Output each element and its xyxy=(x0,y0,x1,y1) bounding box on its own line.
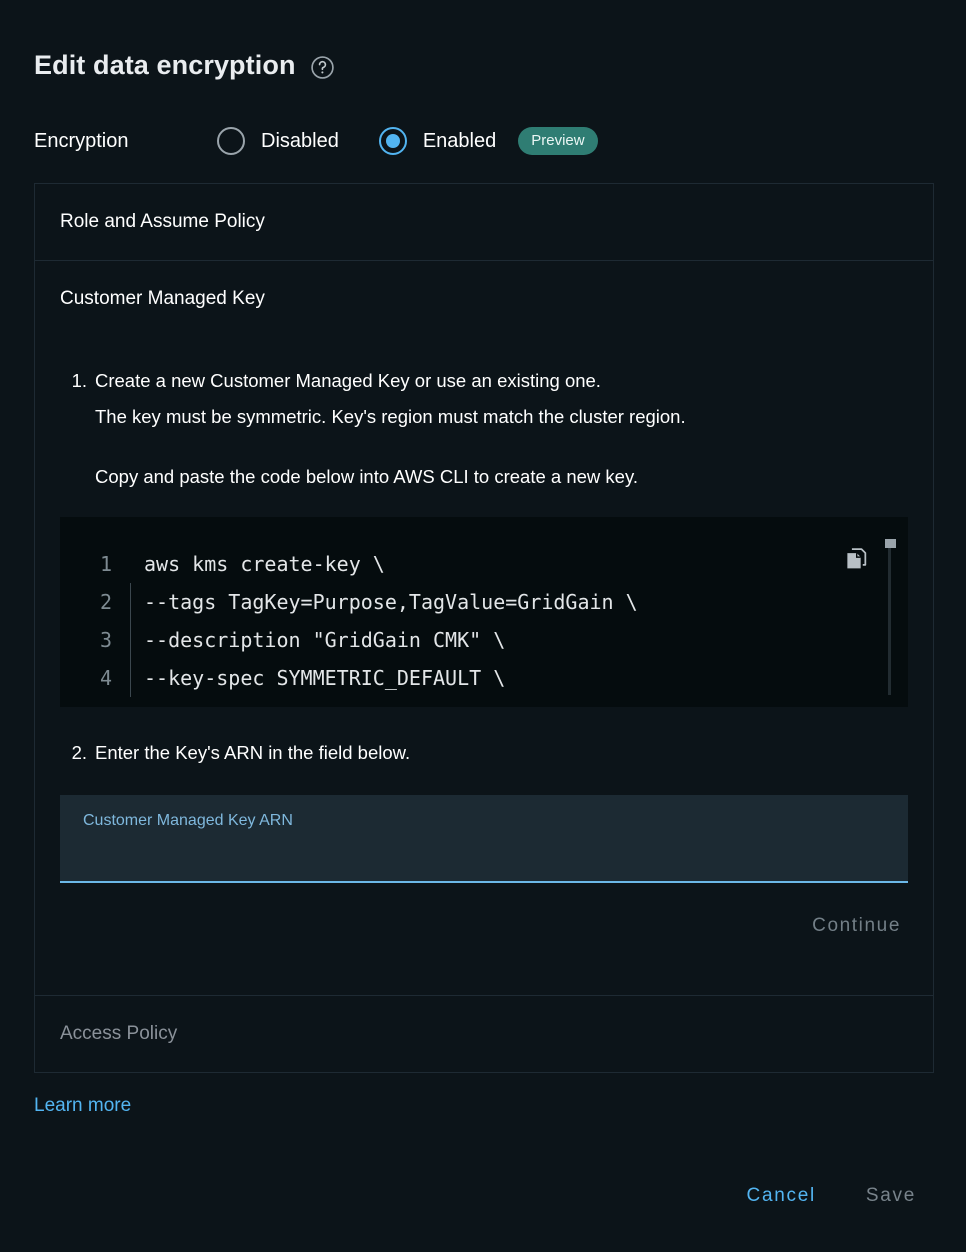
code-line-number: 4 xyxy=(99,666,112,690)
copy-icon[interactable] xyxy=(842,545,870,573)
radio-option-enabled[interactable]: Enabled xyxy=(378,127,497,155)
page-title: Edit data encryption xyxy=(34,50,296,80)
customer-managed-key-arn-label: Customer Managed Key ARN xyxy=(83,812,293,829)
radio-label-enabled: Enabled xyxy=(422,129,497,152)
help-circle-icon[interactable] xyxy=(310,55,335,80)
panel-header-access-policy[interactable]: Access Policy xyxy=(35,996,933,1073)
panel-header-customer-managed-key[interactable]: Customer Managed Key xyxy=(35,261,933,310)
radio-circle-disabled-icon xyxy=(217,127,245,155)
code-line: 1 aws kms create-key \ xyxy=(60,545,908,583)
step-2-number: 2. xyxy=(71,742,87,763)
customer-managed-key-arn-input[interactable] xyxy=(83,839,885,860)
panel-header-role-and-assume-policy[interactable]: Role and Assume Policy xyxy=(35,184,933,261)
continue-button[interactable]: Continue xyxy=(805,915,908,937)
code-line-number: 2 xyxy=(99,590,112,614)
step-2: 2. Enter the Key's ARN in the field belo… xyxy=(60,735,908,771)
code-block-create-key[interactable]: 1 aws kms create-key \ 2 --tags TagKey=P… xyxy=(60,517,908,707)
code-scrollbar[interactable] xyxy=(885,539,896,695)
customer-managed-key-content: 1. Create a new Customer Managed Key or … xyxy=(35,310,933,995)
radio-circle-enabled-icon xyxy=(378,127,407,155)
step-1: 1. Create a new Customer Managed Key or … xyxy=(60,363,908,495)
dialog-header: Edit data encryption xyxy=(0,0,966,79)
edit-data-encryption-dialog: Edit data encryption Encryption Disabled… xyxy=(0,0,966,1252)
step-1-body: Create a new Customer Managed Key or use… xyxy=(95,363,686,495)
code-line-text: aws kms create-key \ xyxy=(144,552,385,576)
encryption-label: Encryption xyxy=(34,129,129,152)
panel-body-customer-managed-key: Customer Managed Key 1. Create a new Cus… xyxy=(35,261,933,996)
code-line: 3 --description "GridGain CMK" \ xyxy=(60,621,908,659)
accordion-panels: Role and Assume Policy Customer Managed … xyxy=(34,183,934,1073)
step-2-line-1: Enter the Key's ARN in the field below. xyxy=(95,742,411,763)
code-scroll-area[interactable]: 1 aws kms create-key \ 2 --tags TagKey=P… xyxy=(60,517,908,707)
radio-option-disabled[interactable]: Disabled xyxy=(217,127,339,155)
save-button[interactable]: Save xyxy=(852,1175,930,1217)
code-line-text: --key-spec SYMMETRIC_DEFAULT \ xyxy=(130,659,505,697)
code-line-text: --description "GridGain CMK" \ xyxy=(130,621,505,659)
code-line-number: 3 xyxy=(99,628,112,652)
code-line: 2 --tags TagKey=Purpose,TagValue=GridGai… xyxy=(60,583,908,621)
radio-dot-icon xyxy=(385,134,400,148)
step-1-line-3: Copy and paste the code below into AWS C… xyxy=(95,466,638,487)
code-line-text: --tags TagKey=Purpose,TagValue=GridGain … xyxy=(130,583,638,621)
cancel-button[interactable]: Cancel xyxy=(733,1175,830,1217)
customer-managed-key-arn-field[interactable]: Customer Managed Key ARN xyxy=(60,795,908,883)
step-1-line-2: The key must be symmetric. Key's region … xyxy=(95,406,686,427)
step-1-number: 1. xyxy=(71,370,87,391)
radio-label-disabled: Disabled xyxy=(261,129,339,152)
learn-more-link[interactable]: Learn more xyxy=(34,1095,131,1117)
code-scrollbar-thumb[interactable] xyxy=(885,539,896,548)
dialog-footer: Cancel Save xyxy=(0,1140,966,1252)
continue-row: Continue xyxy=(60,883,908,967)
code-line: 4 --key-spec SYMMETRIC_DEFAULT \ xyxy=(60,659,908,697)
status-badge-preview: Preview xyxy=(518,127,598,155)
code-line-number: 1 xyxy=(99,552,112,576)
encryption-radio-group: Encryption Disabled Enabled Preview xyxy=(0,121,966,161)
step-1-line-1: Create a new Customer Managed Key or use… xyxy=(95,370,601,391)
step-1-spacer xyxy=(95,435,686,459)
step-2-body: Enter the Key's ARN in the field below. xyxy=(95,735,410,771)
